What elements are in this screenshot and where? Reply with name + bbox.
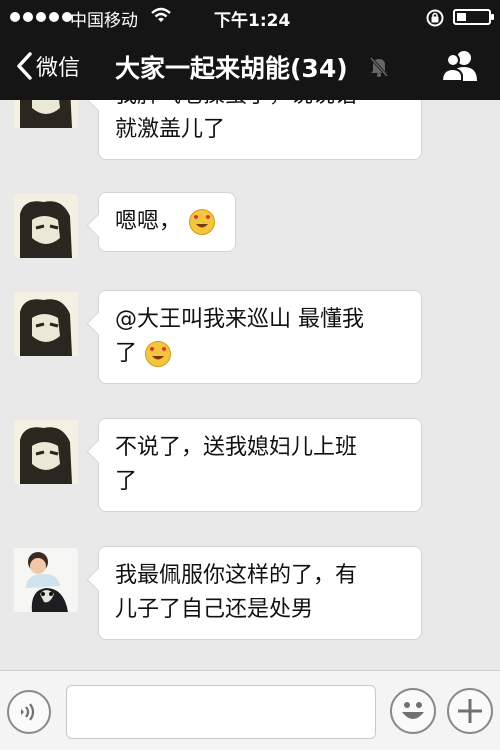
orientation-lock-icon — [425, 9, 445, 31]
message-bubble[interactable]: 不说了，送我媳妇儿上班 了 — [98, 418, 422, 512]
message-input[interactable] — [66, 685, 376, 739]
message-text: 了 — [115, 469, 138, 494]
message-text: 了 — [115, 341, 138, 366]
carrier-name: 中国移动 — [70, 11, 138, 31]
message-text: 我最佩服你这样的了，有 — [115, 563, 358, 588]
group-members-icon[interactable] — [440, 49, 480, 87]
back-button[interactable]: 微信 — [14, 48, 80, 84]
navigation-bar: 微信 大家一起来胡能(34) — [0, 34, 500, 100]
chat-title: 大家一起来胡能(34) — [115, 54, 348, 83]
user-avatar[interactable] — [14, 420, 78, 484]
wifi-icon — [150, 6, 172, 28]
message-text: 儿子了自己还是处男 — [115, 597, 314, 622]
child-with-dog-avatar[interactable] — [14, 548, 78, 612]
clock-time: 下午1:24 — [214, 11, 291, 31]
voice-input-button[interactable] — [7, 690, 51, 734]
plus-icon — [458, 699, 482, 723]
voice-input-icon — [21, 703, 35, 721]
message-bubble[interactable]: 我最佩服你这样的了，有 儿子了自己还是处男 — [98, 546, 422, 640]
message-bubble[interactable]: 我脾气老操蛋了，说说话 就激盖儿了 — [98, 100, 422, 160]
chat-message-list[interactable]: 我脾气老操蛋了，说说话 就激盖儿了 嗯嗯， — [0, 100, 500, 670]
emoji-button[interactable] — [390, 688, 436, 734]
message-text: 就激盖儿了 — [115, 117, 226, 142]
message-text: @大王叫我来巡山 最懂我 — [115, 307, 364, 332]
muted-bell-icon — [369, 56, 389, 82]
status-bar: 中国移动 下午1:24 — [0, 0, 500, 34]
user-avatar[interactable] — [14, 292, 78, 356]
back-button-label: 微信 — [36, 56, 81, 81]
heart-eyes-emoji-icon — [189, 209, 216, 235]
battery-icon — [453, 9, 494, 25]
top-bar: 中国移动 下午1:24 微信 大家一起来胡能(34) — [0, 0, 500, 100]
heart-eyes-emoji-icon — [145, 341, 172, 367]
message-bubble[interactable]: 嗯嗯， — [98, 192, 236, 252]
more-options-button[interactable] — [447, 688, 493, 734]
chevron-left-icon — [17, 52, 32, 80]
smiley-icon — [402, 702, 424, 719]
signal-strength-icon — [10, 12, 72, 22]
message-text: 我脾气老操蛋了，说说话 — [115, 100, 405, 113]
message-text: 嗯嗯， — [115, 209, 182, 234]
user-avatar[interactable] — [14, 100, 78, 128]
input-bar — [0, 670, 500, 750]
message-bubble[interactable]: @大王叫我来巡山 最懂我 了 — [98, 290, 422, 384]
user-avatar[interactable] — [14, 194, 78, 258]
message-text: 不说了，送我媳妇儿上班 — [115, 435, 358, 460]
